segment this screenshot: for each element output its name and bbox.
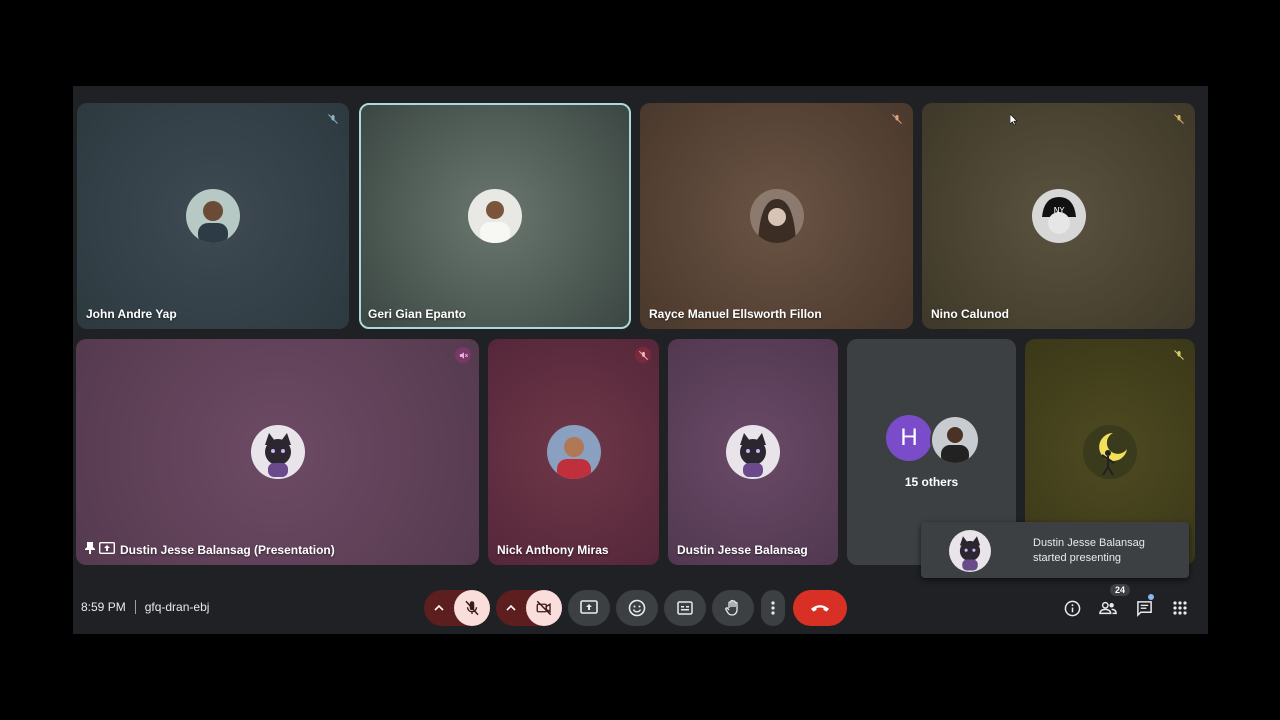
presenting-notification: Dustin Jesse Balansag started presenting xyxy=(921,522,1189,578)
mic-off-icon xyxy=(1171,347,1187,363)
avatar xyxy=(468,189,522,243)
audio-settings-button[interactable] xyxy=(424,590,454,626)
video-controls xyxy=(496,590,562,626)
meeting-code[interactable]: gfq-dran-ebj xyxy=(145,600,210,614)
people-icon xyxy=(1099,601,1117,615)
participant-name: Dustin Jesse Balansag xyxy=(677,543,808,557)
captions-icon xyxy=(677,601,693,615)
chat-icon xyxy=(1136,600,1152,617)
others-avatar: H xyxy=(886,415,932,461)
presentation-tile[interactable]: Dustin Jesse Balansag (Presentation) xyxy=(76,339,479,565)
raise-hand-icon xyxy=(725,599,738,616)
present-button[interactable] xyxy=(568,590,610,626)
mic-off-icon xyxy=(325,111,341,127)
chevron-up-icon xyxy=(434,605,444,611)
participant-tile[interactable]: NY Nino Calunod xyxy=(922,103,1195,329)
notification-name: Dustin Jesse Balansag xyxy=(1033,537,1145,549)
svg-text:NY: NY xyxy=(1053,206,1064,215)
people-count-badge: 24 xyxy=(1110,584,1131,596)
chat-button[interactable] xyxy=(1134,598,1154,618)
avatar xyxy=(949,530,991,572)
avatar: NY xyxy=(1031,189,1086,243)
meeting-stage: John Andre Yap Geri Gian Epanto Rayce Ma… xyxy=(73,86,1208,634)
more-options-button[interactable] xyxy=(761,590,785,626)
participant-name: Dustin Jesse Balansag (Presentation) xyxy=(85,541,335,557)
emoji-icon xyxy=(628,599,646,617)
meeting-details: 8:59 PM gfq-dran-ebj xyxy=(81,600,209,614)
avatar xyxy=(1083,425,1137,479)
participant-name: Rayce Manuel Ellsworth Fillon xyxy=(649,307,822,321)
unread-indicator xyxy=(1148,594,1154,600)
mic-off-icon xyxy=(889,111,905,127)
audio-controls xyxy=(424,590,490,626)
avatar xyxy=(186,189,240,243)
volume-off-icon xyxy=(455,347,471,363)
avatar xyxy=(726,425,780,479)
participant-name: Geri Gian Epanto xyxy=(368,307,467,321)
people-button[interactable] xyxy=(1098,598,1118,618)
participant-name: Nick Anthony Miras xyxy=(497,543,609,557)
chevron-up-icon xyxy=(506,605,516,611)
raise-hand-button[interactable] xyxy=(712,590,754,626)
video-settings-button[interactable] xyxy=(496,590,526,626)
participant-tile[interactable]: Nick Anthony Miras xyxy=(488,339,659,565)
present-screen-icon xyxy=(580,600,598,614)
activities-icon xyxy=(1173,601,1187,615)
divider xyxy=(134,600,136,614)
mic-off-icon xyxy=(1171,111,1187,127)
others-count: 15 others xyxy=(904,475,959,489)
participant-name: Nino Calunod xyxy=(931,307,1009,321)
pin-icon xyxy=(85,542,95,557)
participant-tile[interactable]: Geri Gian Epanto xyxy=(359,103,631,329)
more-options-icon xyxy=(771,601,775,615)
camera-toggle-button[interactable] xyxy=(526,590,562,626)
participant-tile[interactable]: Dustin Jesse Balansag xyxy=(668,339,838,565)
captions-button[interactable] xyxy=(664,590,706,626)
mic-off-icon xyxy=(465,600,479,616)
info-icon xyxy=(1064,600,1080,616)
present-screen-icon xyxy=(98,541,116,557)
end-call-button[interactable] xyxy=(793,590,847,626)
avatar xyxy=(749,189,804,243)
notification-message: started presenting xyxy=(1033,552,1122,564)
meeting-info-button[interactable] xyxy=(1062,598,1082,618)
mic-toggle-button[interactable] xyxy=(454,590,490,626)
participant-tile[interactable]: Rayce Manuel Ellsworth Fillon xyxy=(640,103,913,329)
mouse-cursor-icon xyxy=(1009,113,1018,131)
avatar xyxy=(250,425,305,479)
avatar xyxy=(546,425,601,479)
activities-button[interactable] xyxy=(1170,598,1190,618)
participant-name: John Andre Yap xyxy=(86,307,177,321)
emoji-button[interactable] xyxy=(616,590,658,626)
meeting-time: 8:59 PM xyxy=(81,600,126,614)
mic-off-icon xyxy=(635,347,651,363)
participant-tile[interactable]: John Andre Yap xyxy=(77,103,349,329)
end-call-icon xyxy=(811,605,829,612)
camera-off-icon xyxy=(536,600,552,616)
avatar xyxy=(930,415,980,465)
